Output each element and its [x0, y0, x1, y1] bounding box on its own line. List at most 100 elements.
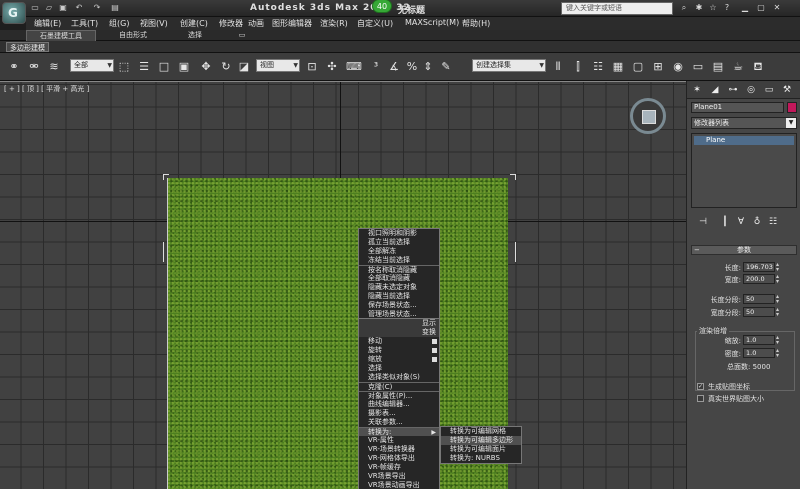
search-input[interactable]: 键入关键字或短语 [561, 2, 673, 15]
select-manipulate-icon[interactable]: ✣ [324, 59, 340, 75]
quad-item-move[interactable]: 移动 [359, 337, 439, 346]
quad-item[interactable]: 对象属性(P)... [359, 391, 439, 400]
unlink-icon[interactable]: ⚮ [26, 59, 42, 75]
submenu-item[interactable]: 转换为: NURBS [441, 454, 521, 463]
move-icon[interactable]: ✥ [198, 59, 214, 75]
render-production-icon[interactable]: ☕ [730, 59, 746, 75]
menu-rendering[interactable]: 渲染(R) [320, 18, 348, 29]
modify-tab-icon[interactable]: ◢ [709, 84, 721, 96]
render-setup-icon[interactable]: ▭ [690, 59, 706, 75]
select-by-name-icon[interactable]: ☰ [136, 59, 152, 75]
menu-modifiers[interactable]: 修改器 [219, 18, 243, 29]
menu-customize[interactable]: 自定义(U) [357, 18, 393, 29]
scale-field[interactable]: 1.0 [743, 335, 775, 345]
remove-modifier-icon[interactable]: ♁ [751, 216, 763, 228]
quad-item[interactable]: 摄影表... [359, 409, 439, 418]
quad-item[interactable]: 全部解冻 [359, 247, 439, 256]
top-viewport[interactable]: [ + ] [ 顶 ] [ 平滑 + 高光 ] 视口照明和阴影 孤立当前选择 全… [0, 81, 686, 489]
tab-freeform[interactable]: 自由形式 [108, 30, 158, 41]
search-icon[interactable]: ⌕ [679, 3, 689, 13]
real-world-map-size-checkbox[interactable]: 真实世界贴图大小 [697, 394, 797, 404]
submenu-item[interactable]: 转换为可编辑网格 [441, 427, 521, 436]
submenu-item[interactable]: 转换为可编辑面片 [441, 445, 521, 454]
hierarchy-tab-icon[interactable]: ⊶ [727, 84, 739, 96]
create-tab-icon[interactable]: ✶ [691, 84, 703, 96]
minimize-icon[interactable]: ▁ [740, 3, 750, 13]
modifier-list-dropdown[interactable]: 修改器列表 ▼ [691, 117, 797, 129]
quad-item[interactable]: VR-网格体导出 [359, 454, 439, 463]
menu-group[interactable]: 组(G) [109, 18, 129, 29]
pivot-center-icon[interactable]: ⊡ [304, 59, 320, 75]
new-file-icon[interactable]: ▭ [30, 3, 40, 13]
spinner-icon[interactable]: ▴ ▾ [776, 348, 779, 359]
named-selection-sets-dropdown[interactable]: 创建选择集 ▼ [472, 59, 546, 72]
help-icon[interactable]: ? [722, 3, 732, 13]
object-name-field[interactable]: Plane01 [691, 102, 784, 113]
length-field[interactable]: 196.703 [743, 262, 775, 272]
quad-item[interactable]: 关联参数... [359, 418, 439, 427]
close-icon[interactable]: ✕ [772, 3, 782, 13]
configure-sets-icon[interactable]: ☷ [767, 216, 779, 228]
tab-graphite-modeling[interactable]: 石墨建模工具 [26, 30, 96, 41]
app-menu-logo-icon[interactable]: G [2, 2, 26, 24]
snaps-toggle-icon[interactable]: ³ [368, 59, 384, 75]
menu-create[interactable]: 创建(C) [180, 18, 208, 29]
checkbox-checked-icon[interactable]: ✓ [697, 383, 704, 390]
save-icon[interactable]: ▣ [58, 3, 68, 13]
quad-item-convert-to[interactable]: 转换为: ▶ [359, 427, 439, 436]
schematic-view-icon[interactable]: ⊞ [650, 59, 666, 75]
align-icon[interactable]: ⫿ [570, 59, 586, 75]
viewcube-top-face[interactable] [642, 110, 656, 124]
material-editor-icon[interactable]: ◉ [670, 59, 686, 75]
quad-item[interactable]: 全部取消隐藏 [359, 274, 439, 283]
menu-animation[interactable]: 动画 [248, 18, 264, 29]
settings-icon[interactable] [432, 339, 437, 344]
viewport-label-menu[interactable]: [ + ] [ 顶 ] [ 平滑 + 高光 ] [4, 84, 89, 94]
layer-manager-icon[interactable]: ☷ [590, 59, 606, 75]
length-segs-field[interactable]: 50 [743, 294, 775, 304]
quad-item[interactable]: VR场景导出 [359, 472, 439, 481]
quad-item[interactable]: 冻结当前选择 [359, 256, 439, 265]
quad-item[interactable]: 曲线编辑器... [359, 400, 439, 409]
quad-item[interactable]: VR-帧缓存 [359, 463, 439, 472]
selection-filter-dropdown[interactable]: 全部 ▼ [70, 59, 114, 72]
show-end-result-icon[interactable]: ┃ [719, 216, 731, 228]
menu-graph-editors[interactable]: 图形编辑器 [272, 18, 312, 29]
make-unique-icon[interactable]: ∀ [735, 216, 747, 228]
width-field[interactable]: 200.0 [743, 274, 775, 284]
quad-item[interactable]: 视口照明和阴影 [359, 229, 439, 238]
gen-mapping-coords-checkbox[interactable]: ✓ 生成贴图坐标 [697, 382, 797, 392]
maximize-icon[interactable]: ▢ [756, 3, 766, 13]
redo-icon[interactable]: ↷ [92, 3, 102, 13]
stack-item-plane[interactable]: Plane [694, 136, 794, 145]
graphite-toggle-icon[interactable]: ▦ [610, 59, 626, 75]
menu-tools[interactable]: 工具(T) [71, 18, 98, 29]
spinner-icon[interactable]: ▴ ▾ [776, 335, 779, 346]
object-color-swatch[interactable] [787, 102, 797, 113]
tab-selection[interactable]: 选择 [180, 30, 210, 41]
settings-icon[interactable] [432, 357, 437, 362]
spinner-icon[interactable]: ▴ ▾ [776, 307, 779, 318]
quad-item[interactable]: 按名称取消隐藏 [359, 265, 439, 274]
quad-item[interactable]: VR-属性 [359, 436, 439, 445]
quad-item[interactable]: 选择 [359, 364, 439, 373]
menu-maxscript[interactable]: MAXScript(M) [405, 18, 459, 27]
subscription-icon[interactable]: ✱ [694, 3, 704, 13]
reference-coordinate-dropdown[interactable]: 视图 ▼ [256, 59, 300, 72]
quad-item[interactable]: 孤立当前选择 [359, 238, 439, 247]
select-object-icon[interactable]: ⬚ [116, 59, 132, 75]
render-iterative-icon[interactable]: ⛾ [750, 59, 766, 75]
rotate-icon[interactable]: ↻ [218, 59, 234, 75]
ribbon-minimize-icon[interactable]: ▭ [236, 30, 248, 41]
window-crossing-icon[interactable]: ▣ [176, 59, 192, 75]
motion-tab-icon[interactable]: ◎ [745, 84, 757, 96]
rendered-frame-window-icon[interactable]: ▤ [710, 59, 726, 75]
pin-stack-icon[interactable]: ⊣ [697, 216, 709, 228]
angle-snap-icon[interactable]: ∡ [386, 59, 402, 75]
quad-item[interactable]: 保存场景状态... [359, 301, 439, 310]
named-selection-edit-icon[interactable]: ✎ [438, 59, 454, 75]
checkbox-icon[interactable] [697, 395, 704, 402]
settings-icon[interactable] [432, 348, 437, 353]
quad-item[interactable]: 选择类似对象(S) [359, 373, 439, 382]
quad-item[interactable]: 隐藏未选定对象 [359, 283, 439, 292]
